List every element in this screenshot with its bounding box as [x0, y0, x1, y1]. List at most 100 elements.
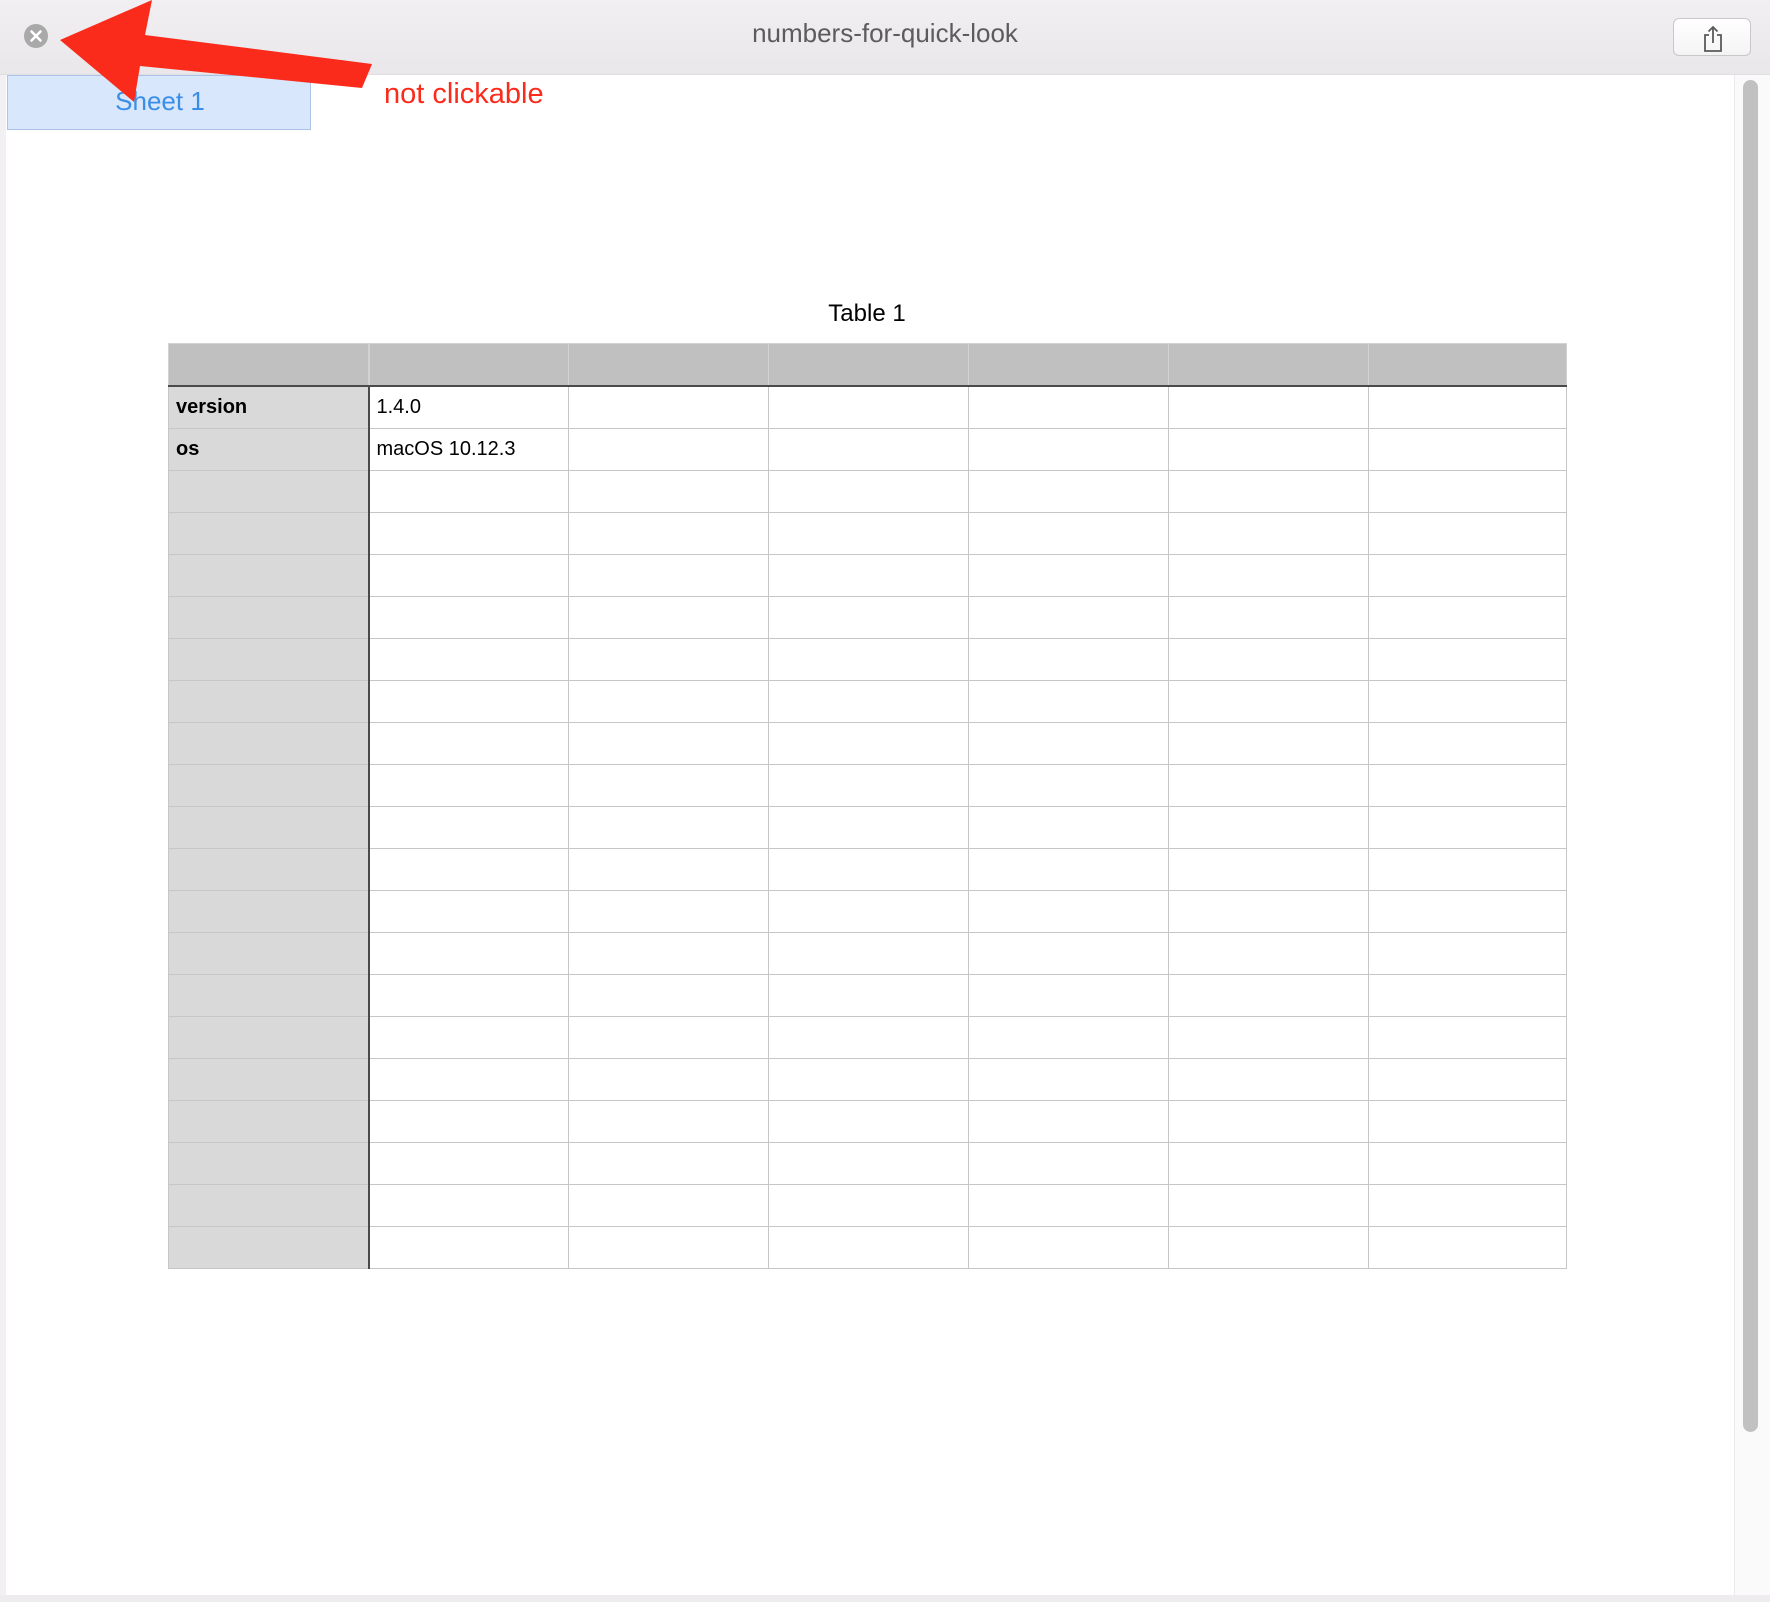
share-icon: [1704, 25, 1722, 52]
table-cell: [768, 932, 969, 975]
row-header-cell: [168, 1142, 370, 1185]
table-cell: [1168, 428, 1369, 471]
table-cell: [368, 764, 569, 807]
table-cell: [368, 1100, 569, 1143]
table-cell: [368, 1226, 569, 1269]
table-cell: [1368, 428, 1567, 471]
table-cell: [1368, 848, 1567, 891]
share-button[interactable]: [1673, 18, 1751, 56]
table-cell: [768, 385, 969, 429]
row-header-cell: [168, 764, 370, 807]
table-row: [168, 512, 1567, 555]
table-cell: [768, 1058, 969, 1101]
table-cell: [1168, 848, 1369, 891]
table-cell: [1168, 1016, 1369, 1059]
row-header-cell: [168, 1016, 370, 1059]
table-cell: [1368, 596, 1567, 639]
row-header-cell: [168, 890, 370, 933]
table-cell: [368, 638, 569, 681]
table-row: [168, 554, 1567, 597]
table-cell: [1168, 932, 1369, 975]
table-cell: [1368, 512, 1567, 555]
table-row: [168, 1016, 1567, 1059]
table-cell: [368, 512, 569, 555]
row-header-cell: [168, 848, 370, 891]
table-cell: [768, 806, 969, 849]
table-cell: [1168, 1184, 1369, 1227]
table-cell: [1368, 1142, 1567, 1185]
table-cell: [1368, 680, 1567, 723]
row-header-cell: [168, 974, 370, 1017]
column-header-cell: [1168, 343, 1369, 387]
red-arrow-annotation: [60, 0, 372, 102]
table-row: [168, 1058, 1567, 1101]
table-cell: [368, 1058, 569, 1101]
table-cell: [968, 764, 1169, 807]
table-cell: [1368, 1226, 1567, 1269]
table-cell: [968, 1100, 1169, 1143]
table-cell: [968, 512, 1169, 555]
table-cell: [1368, 1184, 1567, 1227]
table-cell: 1.4.0: [368, 385, 569, 429]
row-header-cell: [168, 512, 370, 555]
table-cell: [1168, 890, 1369, 933]
table-cell: [768, 722, 969, 765]
table-row: [168, 596, 1567, 639]
table-cell: [968, 932, 1169, 975]
table-cell: [968, 974, 1169, 1017]
table-cell: [1168, 1142, 1369, 1185]
table-cell: [1168, 1226, 1369, 1269]
table-cell: [568, 638, 769, 681]
table-cell: [768, 470, 969, 513]
table-cell: [568, 512, 769, 555]
table-cell: [768, 1184, 969, 1227]
table-cell: [968, 848, 1169, 891]
table-cell: [568, 764, 769, 807]
table-header-row: [168, 343, 1567, 387]
table-cell: [568, 1226, 769, 1269]
table-cell: [968, 428, 1169, 471]
annotation-label: not clickable: [384, 78, 544, 110]
table-cell: [968, 1226, 1169, 1269]
table-row: [168, 1142, 1567, 1185]
table-cell: [368, 932, 569, 975]
table-cell: [968, 554, 1169, 597]
table-cell: [568, 890, 769, 933]
table-row: os macOS 10.12.3: [168, 428, 1567, 471]
row-header-cell: [168, 806, 370, 849]
table-cell: [1168, 1058, 1369, 1101]
row-header-cell: [168, 554, 370, 597]
table-cell: [768, 596, 969, 639]
table-row: [168, 470, 1567, 513]
table-row: [168, 722, 1567, 765]
table-row: [168, 890, 1567, 933]
vertical-scrollbar-thumb[interactable]: [1743, 80, 1758, 1432]
row-header-cell: [168, 638, 370, 681]
table-cell: [768, 1226, 969, 1269]
table-cell: [968, 722, 1169, 765]
table-cell: [768, 512, 969, 555]
table-cell: [768, 1100, 969, 1143]
row-header-cell: [168, 596, 370, 639]
table-row: [168, 932, 1567, 975]
table-row: [168, 974, 1567, 1017]
table-cell: [568, 1058, 769, 1101]
table-title: Table 1: [828, 300, 906, 327]
table-cell: [1168, 470, 1369, 513]
table-cell: [968, 638, 1169, 681]
table-cell: [968, 1142, 1169, 1185]
table-cell: [568, 806, 769, 849]
table-cell: [1168, 554, 1369, 597]
table-row: [168, 680, 1567, 723]
table-cell: [368, 470, 569, 513]
table-cell: [1368, 1100, 1567, 1143]
table-cell: [368, 1016, 569, 1059]
table-cell: [968, 596, 1169, 639]
table-cell: [368, 722, 569, 765]
table-cell: [968, 1058, 1169, 1101]
row-header-cell: [168, 680, 370, 723]
column-header-cell: [368, 343, 569, 387]
table-cell: [568, 974, 769, 1017]
table-cell: [568, 848, 769, 891]
table-cell: [1368, 1058, 1567, 1101]
